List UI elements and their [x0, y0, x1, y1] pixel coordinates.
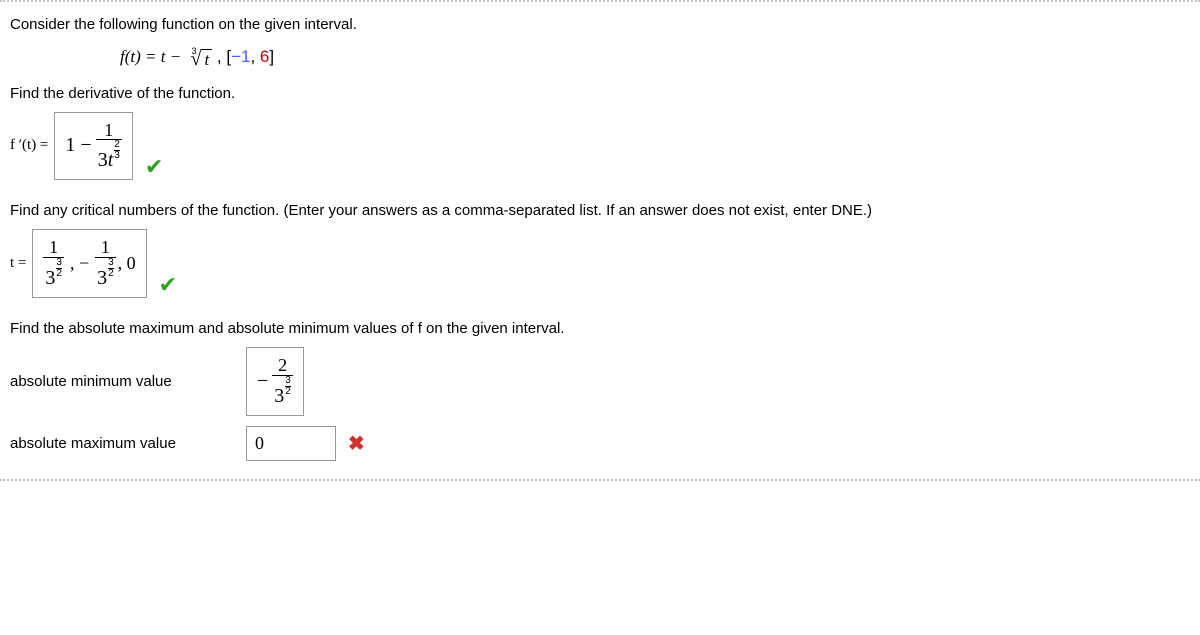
absmin-frac: 2 3 3 2: [272, 356, 293, 407]
crit-den2: 3 3 2: [95, 257, 116, 289]
crit-term1: 1 3 3 2: [43, 238, 64, 289]
crit-tail: , 0: [118, 253, 136, 274]
absmin-label: absolute minimum value: [10, 373, 240, 390]
cross-icon: ✖: [348, 431, 365, 456]
crit-base1: 3: [45, 268, 55, 289]
interval-comma: ,: [250, 47, 259, 66]
radical-index: 3: [191, 46, 196, 56]
absmin-answer-box[interactable]: − 2 3 3 2: [246, 347, 304, 416]
cube-root: 3 √ t: [185, 48, 212, 71]
crit-num1: 1: [47, 238, 60, 257]
check-icon: ✔: [159, 272, 177, 298]
critical-answer-box[interactable]: 1 3 3 2 , − 1 3 3 2: [32, 229, 146, 298]
absmax-value: 0: [255, 433, 264, 454]
absmin-row: absolute minimum value − 2 3 3 2: [10, 347, 1190, 416]
interval-lower: −1: [231, 47, 250, 66]
absmin-neg: −: [257, 370, 268, 393]
derivative-prompt: Find the derivative of the function.: [10, 85, 1190, 102]
fprime-fraction: 1 3t 2 3: [96, 121, 122, 172]
interval-open: , [: [217, 47, 231, 66]
fprime-den-coef: 3: [98, 150, 108, 171]
crit-den1: 3 3 2: [43, 257, 64, 289]
absmin-base: 3: [274, 386, 284, 407]
absmax-answer-box[interactable]: 0: [246, 426, 336, 461]
crit-term2: 1 3 3 2: [95, 238, 116, 289]
function-lhs: f(t) = t −: [120, 47, 185, 66]
fprime-den-var: t: [108, 150, 114, 171]
interval-close: ]: [269, 47, 274, 66]
fprime-label: f ′(t) =: [10, 137, 48, 154]
fprime-exponent: 2 3: [114, 140, 120, 161]
intro-text: Consider the following function on the g…: [10, 16, 1190, 33]
derivative-row: f ′(t) = 1 − 1 3t 2 3 ✔: [10, 112, 1190, 181]
crit-exp1: 3 2: [56, 258, 62, 279]
t-label: t =: [10, 255, 26, 272]
fprime-num: 1: [102, 121, 115, 140]
absmax-row: absolute maximum value 0 ✖: [10, 426, 1190, 461]
critical-row: t = 1 3 3 2 , − 1 3 3: [10, 229, 1190, 298]
absmin-den: 3 3 2: [272, 375, 293, 407]
absmax-label: absolute maximum value: [10, 435, 240, 452]
crit-num2: 1: [99, 238, 112, 257]
fprime-den: 3t 2 3: [96, 139, 122, 171]
extrema-prompt: Find the absolute maximum and absolute m…: [10, 320, 1190, 337]
check-icon: ✔: [145, 154, 163, 180]
absmin-num: 2: [276, 356, 289, 375]
crit-exp2: 3 2: [108, 258, 114, 279]
interval-upper: 6: [260, 47, 269, 66]
absmin-exp: 3 2: [285, 376, 291, 397]
radical-radicand: t: [201, 49, 212, 70]
function-definition: f(t) = t − 3 √ t , [−1, 6]: [120, 47, 1190, 71]
derivative-answer-box[interactable]: 1 − 1 3t 2 3: [54, 112, 132, 181]
critical-prompt: Find any critical numbers of the functio…: [10, 202, 1190, 219]
crit-sep1: , −: [70, 253, 89, 274]
fprime-one-minus: 1 −: [65, 134, 91, 157]
crit-base2: 3: [97, 268, 107, 289]
